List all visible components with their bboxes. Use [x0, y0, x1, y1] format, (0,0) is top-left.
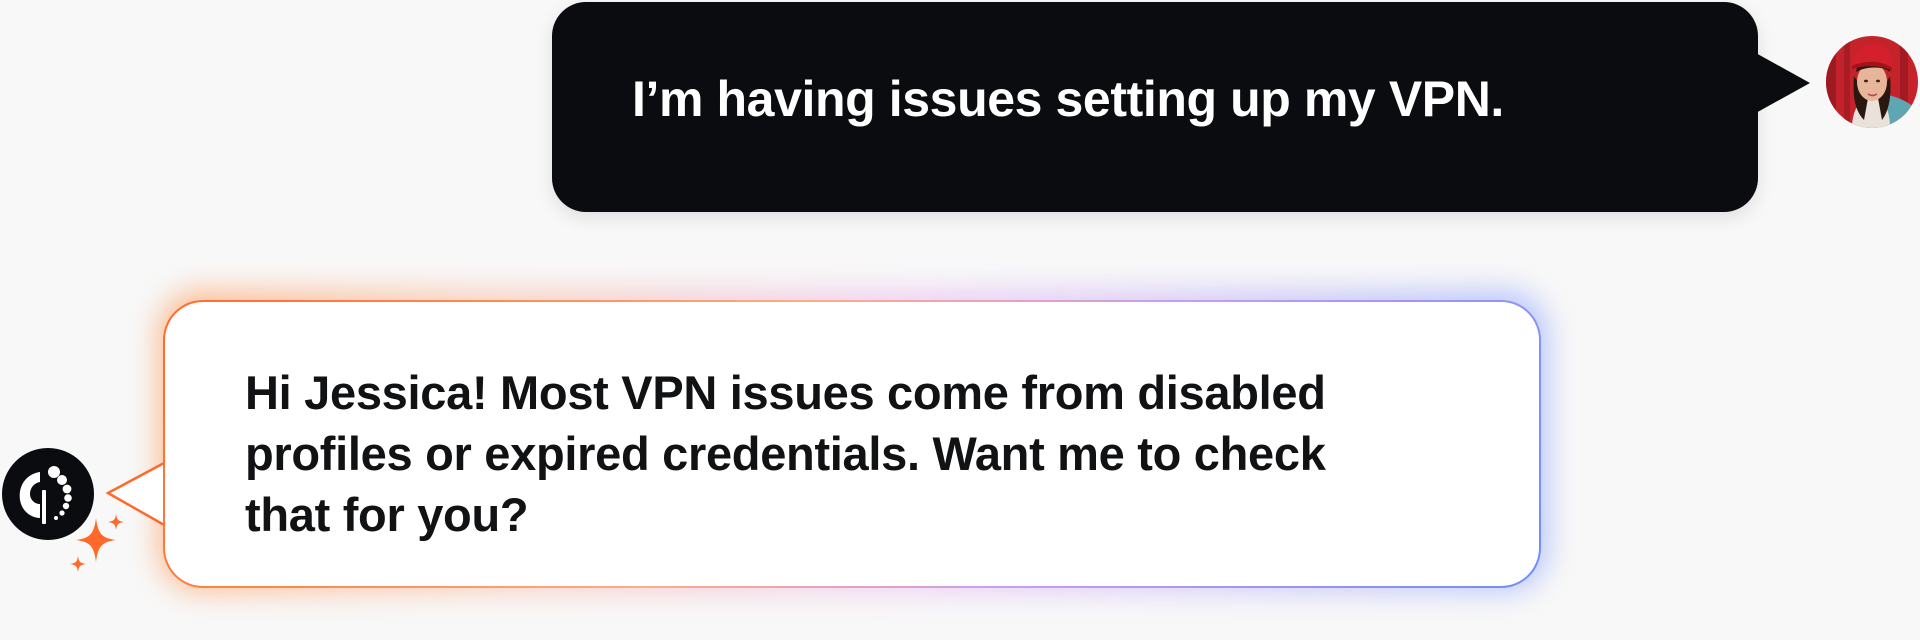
- user-avatar: [1826, 36, 1918, 128]
- sparkles-icon: [70, 514, 124, 572]
- user-photo-avatar-icon: [1826, 36, 1918, 128]
- assistant-bubble-body: Hi Jessica! Most VPN issues come from di…: [165, 302, 1539, 586]
- assistant-message-bubble: Hi Jessica! Most VPN issues come from di…: [163, 300, 1541, 588]
- assistant-message-text: Hi Jessica! Most VPN issues come from di…: [245, 366, 1326, 541]
- user-message-bubble: I’m having issues setting up my VPN.: [552, 2, 1758, 212]
- user-bubble-tail: [1754, 52, 1810, 114]
- user-message-text: I’m having issues setting up my VPN.: [632, 71, 1504, 127]
